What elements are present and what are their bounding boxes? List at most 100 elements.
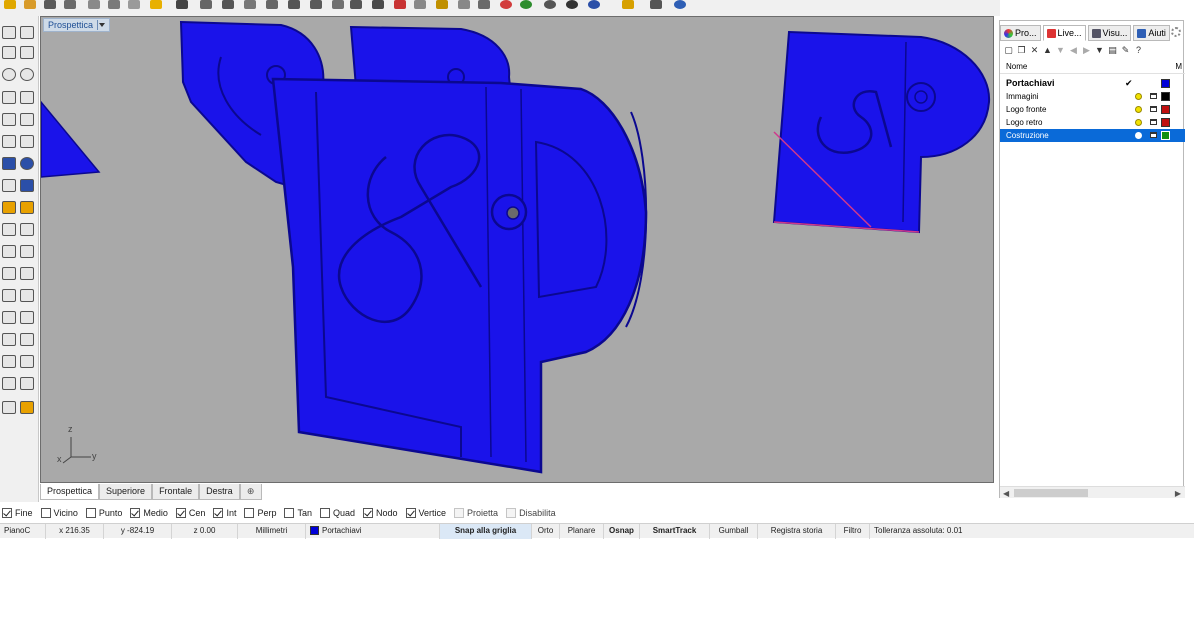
- layer-row-logo-retro[interactable]: Logo retro: [1000, 116, 1185, 129]
- record-history-button[interactable]: Registra storia: [758, 523, 836, 539]
- analyze-icon[interactable]: [2, 377, 16, 390]
- scale-icon[interactable]: [2, 289, 16, 302]
- rotate-view-icon[interactable]: [222, 0, 234, 9]
- tab-prospettica[interactable]: Prospettica: [40, 484, 100, 500]
- osnap-proietta[interactable]: Proietta: [454, 508, 498, 518]
- paint-icon[interactable]: [20, 401, 34, 414]
- name-column-header[interactable]: Nome: [1006, 61, 1027, 73]
- move-icon[interactable]: [2, 267, 16, 280]
- scissors-icon[interactable]: [108, 0, 120, 9]
- zoom-icon[interactable]: [244, 0, 256, 9]
- tab-layers[interactable]: Live...: [1042, 25, 1086, 41]
- layer-row-immagini[interactable]: Immagini: [1000, 90, 1185, 103]
- viewport-layout-icon[interactable]: [350, 0, 362, 9]
- osnap-proietta-checkbox[interactable]: [454, 508, 465, 518]
- osnap-cen[interactable]: Cen: [175, 508, 205, 518]
- osnap-quad-checkbox[interactable]: [319, 508, 330, 518]
- layer-color-swatch[interactable]: [1161, 131, 1170, 140]
- save-icon[interactable]: [44, 0, 56, 9]
- sphere-tool-icon[interactable]: [20, 157, 34, 170]
- tab-properties[interactable]: Pro...: [1000, 25, 1041, 41]
- paste-icon[interactable]: [150, 0, 162, 9]
- zoom-window-icon[interactable]: [266, 0, 278, 9]
- new-sublayer-icon[interactable]: ❐: [1017, 45, 1026, 55]
- move-up-icon[interactable]: ▲: [1043, 45, 1052, 55]
- osnap-punto[interactable]: Punto: [85, 508, 122, 518]
- current-layer-check-icon[interactable]: ✔: [1125, 77, 1133, 90]
- rotate-icon[interactable]: [20, 267, 34, 280]
- extrude-tool-icon[interactable]: [2, 179, 16, 192]
- lights-icon[interactable]: [436, 0, 448, 9]
- viewport-title[interactable]: Prospettica: [43, 18, 111, 32]
- layer-row-costruzione[interactable]: Costruzione: [1000, 129, 1185, 142]
- line-tool-icon[interactable]: [2, 46, 16, 59]
- lock-icon[interactable]: [1150, 106, 1157, 112]
- osnap-punto-checkbox[interactable]: [85, 508, 96, 518]
- perspective-viewport[interactable]: z x y Prospettica: [40, 16, 994, 483]
- osnap-int[interactable]: Int: [213, 508, 236, 518]
- pan-icon[interactable]: [200, 0, 212, 9]
- print-icon[interactable]: [64, 0, 76, 9]
- panel-horizontal-scrollbar[interactable]: ◀ ▶: [1000, 486, 1185, 498]
- new-file-icon[interactable]: [4, 0, 16, 9]
- planar-button[interactable]: Planare: [560, 523, 604, 539]
- dimension-icon[interactable]: [2, 333, 16, 346]
- lock-icon[interactable]: [1150, 132, 1157, 138]
- options-gear-icon[interactable]: [622, 0, 634, 9]
- gumball-button[interactable]: Gumball: [710, 523, 758, 539]
- check-icon[interactable]: [20, 377, 34, 390]
- cplane-icon[interactable]: [372, 0, 384, 9]
- cplane-readout[interactable]: PianoC: [0, 523, 46, 539]
- ellipse-tool-icon[interactable]: [20, 68, 34, 81]
- layer-color-swatch[interactable]: [1161, 92, 1170, 101]
- lock-icon[interactable]: [1150, 119, 1157, 125]
- osnap-perp-checkbox[interactable]: [244, 508, 255, 518]
- environment-icon[interactable]: [588, 0, 600, 9]
- osnap-medio-checkbox[interactable]: [130, 508, 141, 518]
- cut-icon[interactable]: [88, 0, 100, 9]
- select-icon[interactable]: [176, 0, 188, 9]
- panel-gear-icon[interactable]: [1171, 27, 1181, 37]
- osnap-vertice-checkbox[interactable]: [405, 508, 416, 518]
- move-down-icon[interactable]: ▼: [1056, 45, 1065, 55]
- trim-icon[interactable]: [2, 223, 16, 236]
- grid-array-icon[interactable]: [2, 355, 16, 368]
- surface-tool-icon[interactable]: [2, 157, 16, 170]
- layer-properties-icon[interactable]: ▤: [1108, 45, 1117, 55]
- osnap-perp[interactable]: Perp: [244, 508, 276, 518]
- toolbar-layout-icon[interactable]: [650, 0, 662, 9]
- shaded-sphere-icon[interactable]: [544, 0, 556, 9]
- join-icon[interactable]: [20, 201, 34, 214]
- material-column-header[interactable]: M: [1175, 61, 1182, 73]
- scroll-left-icon[interactable]: ◀: [1003, 489, 1009, 498]
- osnap-quad[interactable]: Quad: [319, 508, 355, 518]
- mirror-icon[interactable]: [20, 289, 34, 302]
- smarttrack-button[interactable]: SmartTrack: [640, 523, 710, 539]
- ortho-button[interactable]: Orto: [532, 523, 560, 539]
- osnap-vicino-checkbox[interactable]: [40, 508, 51, 518]
- visibility-bulb-icon[interactable]: [1135, 93, 1142, 100]
- osnap-tan[interactable]: Tan: [284, 508, 312, 518]
- point-tool-icon[interactable]: [2, 26, 16, 39]
- fillet-curves-icon[interactable]: [2, 135, 16, 148]
- snap-grid-button[interactable]: Snap alla griglia: [440, 523, 532, 539]
- add-viewport-icon[interactable]: ⊕: [239, 484, 262, 500]
- offset-curve-icon[interactable]: [20, 135, 34, 148]
- lock-icon[interactable]: [1150, 93, 1157, 99]
- material-sphere-icon[interactable]: [566, 0, 578, 9]
- osnap-medio[interactable]: Medio: [130, 508, 168, 518]
- select-points-icon[interactable]: [394, 0, 406, 9]
- move-parent-icon[interactable]: ◀: [1069, 45, 1078, 55]
- visibility-bulb-icon[interactable]: [1135, 106, 1142, 113]
- tab-superiore[interactable]: Superiore: [99, 484, 153, 500]
- layer-color-swatch[interactable]: [1161, 105, 1170, 114]
- help-icon[interactable]: [674, 0, 686, 9]
- osnap-nodo[interactable]: Nodo: [363, 508, 398, 518]
- scroll-right-icon[interactable]: ▶: [1175, 489, 1181, 498]
- delete-layer-icon[interactable]: ✕: [1030, 45, 1039, 55]
- tab-help[interactable]: Aiuti: [1133, 25, 1170, 41]
- text-tool-icon[interactable]: [20, 333, 34, 346]
- osnap-cen-checkbox[interactable]: [175, 508, 186, 518]
- properties-icon[interactable]: [478, 0, 490, 9]
- move-child-icon[interactable]: ▶: [1082, 45, 1091, 55]
